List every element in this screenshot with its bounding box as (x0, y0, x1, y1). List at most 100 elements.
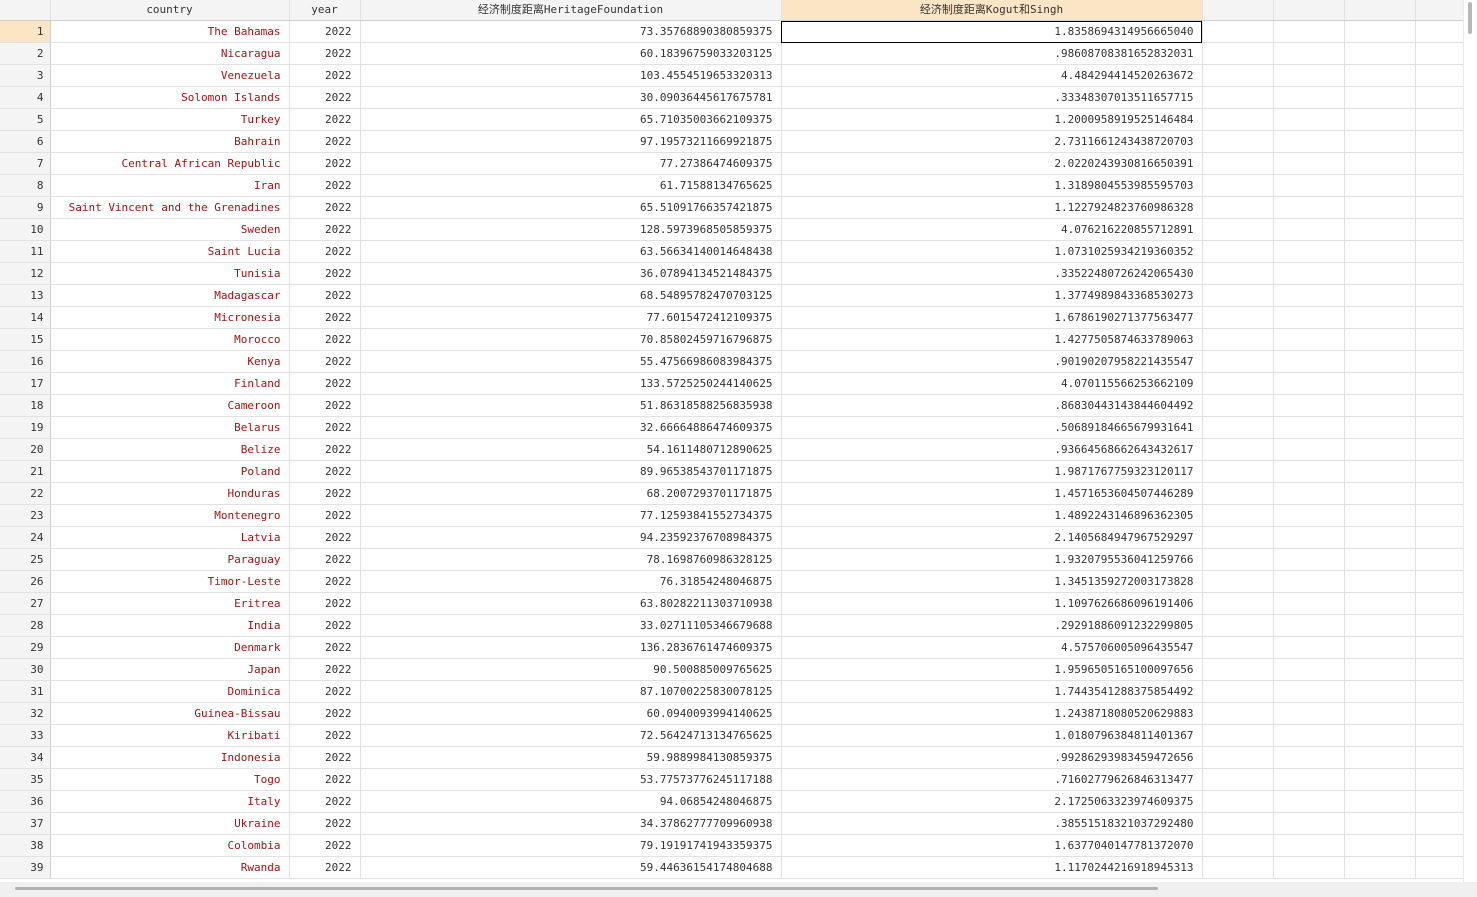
cell-year[interactable]: 2022 (289, 174, 361, 197)
row-number[interactable]: 26 (0, 570, 51, 593)
table-row[interactable]: 24 Latvia 2022 94.23592376708984375 2.140568… (0, 526, 1464, 549)
corner-cell[interactable] (0, 0, 51, 21)
table-row[interactable]: 22 Honduras 2022 68.2007293701171875 1.45716… (0, 482, 1464, 505)
cell-empty[interactable] (1415, 108, 1464, 131)
cell-empty[interactable] (1202, 174, 1274, 197)
cell-country[interactable]: Poland (50, 460, 290, 483)
cell-empty[interactable] (1273, 768, 1345, 791)
cell-heritage[interactable]: 97.19573211669921875 (360, 130, 782, 153)
table-row[interactable]: 21 Poland 2022 89.96538543701171875 1.987176… (0, 460, 1464, 483)
cell-year[interactable]: 2022 (289, 416, 361, 439)
cell-empty[interactable] (1415, 460, 1464, 483)
table-row[interactable]: 26 Timor-Leste 2022 76.31854248046875 1.3451… (0, 570, 1464, 593)
cell-empty[interactable] (1202, 636, 1274, 659)
cell-country[interactable]: Timor-Leste (50, 570, 290, 593)
cell-empty[interactable] (1273, 812, 1345, 835)
cell-empty[interactable] (1344, 768, 1416, 791)
cell-heritage[interactable]: 94.06854248046875 (360, 790, 782, 813)
cell-kogut[interactable]: 1.9596505165100097656 (781, 658, 1203, 681)
cell-empty[interactable] (1273, 460, 1345, 483)
cell-empty[interactable] (1415, 20, 1464, 43)
cell-empty[interactable] (1202, 482, 1274, 505)
cell-country[interactable]: India (50, 614, 290, 637)
cell-country[interactable]: Solomon Islands (50, 86, 290, 109)
cell-empty[interactable] (1415, 262, 1464, 285)
cell-country[interactable]: Finland (50, 372, 290, 395)
cell-kogut[interactable]: 1.2000958919525146484 (781, 108, 1203, 131)
cell-empty[interactable] (1202, 152, 1274, 175)
cell-empty[interactable] (1202, 130, 1274, 153)
cell-heritage[interactable]: 59.44636154174804688 (360, 856, 782, 879)
cell-kogut[interactable]: 1.1097626686096191406 (781, 592, 1203, 615)
cell-kogut[interactable]: 2.7311661243438720703 (781, 130, 1203, 153)
table-row[interactable]: 2 Nicaragua 2022 60.18396759033203125.98608… (0, 42, 1464, 65)
cell-empty[interactable] (1273, 834, 1345, 857)
cell-empty[interactable] (1202, 592, 1274, 615)
cell-country[interactable]: Saint Lucia (50, 240, 290, 263)
cell-empty[interactable] (1344, 746, 1416, 769)
cell-year[interactable]: 2022 (289, 680, 361, 703)
cell-empty[interactable] (1344, 64, 1416, 87)
cell-empty[interactable] (1344, 812, 1416, 835)
cell-empty[interactable] (1344, 350, 1416, 373)
cell-empty[interactable] (1273, 20, 1345, 43)
table-row[interactable]: 15 Morocco 2022 70.85802459716796875 1.42775… (0, 328, 1464, 351)
cell-year[interactable]: 2022 (289, 64, 361, 87)
table-row[interactable]: 19 Belarus 2022 32.66664886474609375.506891… (0, 416, 1464, 439)
table-row[interactable]: 8 Iran 2022 61.71588134765625 1.318980455398… (0, 174, 1464, 197)
cell-empty[interactable] (1344, 262, 1416, 285)
cell-heritage[interactable]: 90.500885009765625 (360, 658, 782, 681)
cell-year[interactable]: 2022 (289, 262, 361, 285)
cell-empty[interactable] (1415, 702, 1464, 725)
cell-empty[interactable] (1202, 746, 1274, 769)
cell-kogut[interactable]: 1.6377040147781372070 (781, 834, 1203, 857)
cell-empty[interactable] (1273, 306, 1345, 329)
cell-country[interactable]: Honduras (50, 482, 290, 505)
cell-empty[interactable] (1202, 328, 1274, 351)
cell-empty[interactable] (1202, 856, 1274, 879)
cell-empty[interactable] (1202, 240, 1274, 263)
cell-country[interactable]: Kiribati (50, 724, 290, 747)
cell-empty[interactable] (1273, 526, 1345, 549)
cell-heritage[interactable]: 76.31854248046875 (360, 570, 782, 593)
cell-empty[interactable] (1415, 438, 1464, 461)
cell-heritage[interactable]: 77.6015472412109375 (360, 306, 782, 329)
cell-empty[interactable] (1344, 372, 1416, 395)
table-row[interactable]: 16 Kenya 2022 55.47566986083984375.90190207… (0, 350, 1464, 373)
cell-empty[interactable] (1273, 504, 1345, 527)
cell-empty[interactable] (1202, 658, 1274, 681)
cell-kogut[interactable]: .93664568662643432617 (781, 438, 1203, 461)
row-number[interactable]: 25 (0, 548, 51, 571)
cell-year[interactable]: 2022 (289, 306, 361, 329)
cell-empty[interactable] (1415, 196, 1464, 219)
cell-empty[interactable] (1202, 834, 1274, 857)
table-row[interactable]: 11 Saint Lucia 2022 63.56634140014648438 1.0… (0, 240, 1464, 263)
row-number[interactable]: 9 (0, 196, 51, 219)
cell-empty[interactable] (1415, 504, 1464, 527)
cell-empty[interactable] (1273, 262, 1345, 285)
cell-empty[interactable] (1202, 702, 1274, 725)
cell-empty[interactable] (1273, 350, 1345, 373)
cell-empty[interactable] (1344, 240, 1416, 263)
cell-country[interactable]: Kenya (50, 350, 290, 373)
row-number[interactable]: 3 (0, 64, 51, 87)
table-row[interactable]: 27 Eritrea 2022 63.80282211303710938 1.10976… (0, 592, 1464, 615)
cell-empty[interactable] (1344, 636, 1416, 659)
cell-empty[interactable] (1344, 680, 1416, 703)
cell-empty[interactable] (1415, 812, 1464, 835)
cell-kogut[interactable]: 1.0180796384811401367 (781, 724, 1203, 747)
cell-heritage[interactable]: 30.09036445617675781 (360, 86, 782, 109)
row-number[interactable]: 5 (0, 108, 51, 131)
cell-empty[interactable] (1273, 64, 1345, 87)
row-number[interactable]: 38 (0, 834, 51, 857)
cell-heritage[interactable]: 94.23592376708984375 (360, 526, 782, 549)
cell-kogut[interactable]: 1.4571653604507446289 (781, 482, 1203, 505)
cell-heritage[interactable]: 72.56424713134765625 (360, 724, 782, 747)
cell-empty[interactable] (1415, 86, 1464, 109)
cell-empty[interactable] (1415, 680, 1464, 703)
cell-empty[interactable] (1415, 306, 1464, 329)
cell-empty[interactable] (1202, 724, 1274, 747)
cell-country[interactable]: Paraguay (50, 548, 290, 571)
cell-empty[interactable] (1344, 306, 1416, 329)
table-row[interactable]: 31 Dominica 2022 87.10700225830078125 1.7443… (0, 680, 1464, 703)
